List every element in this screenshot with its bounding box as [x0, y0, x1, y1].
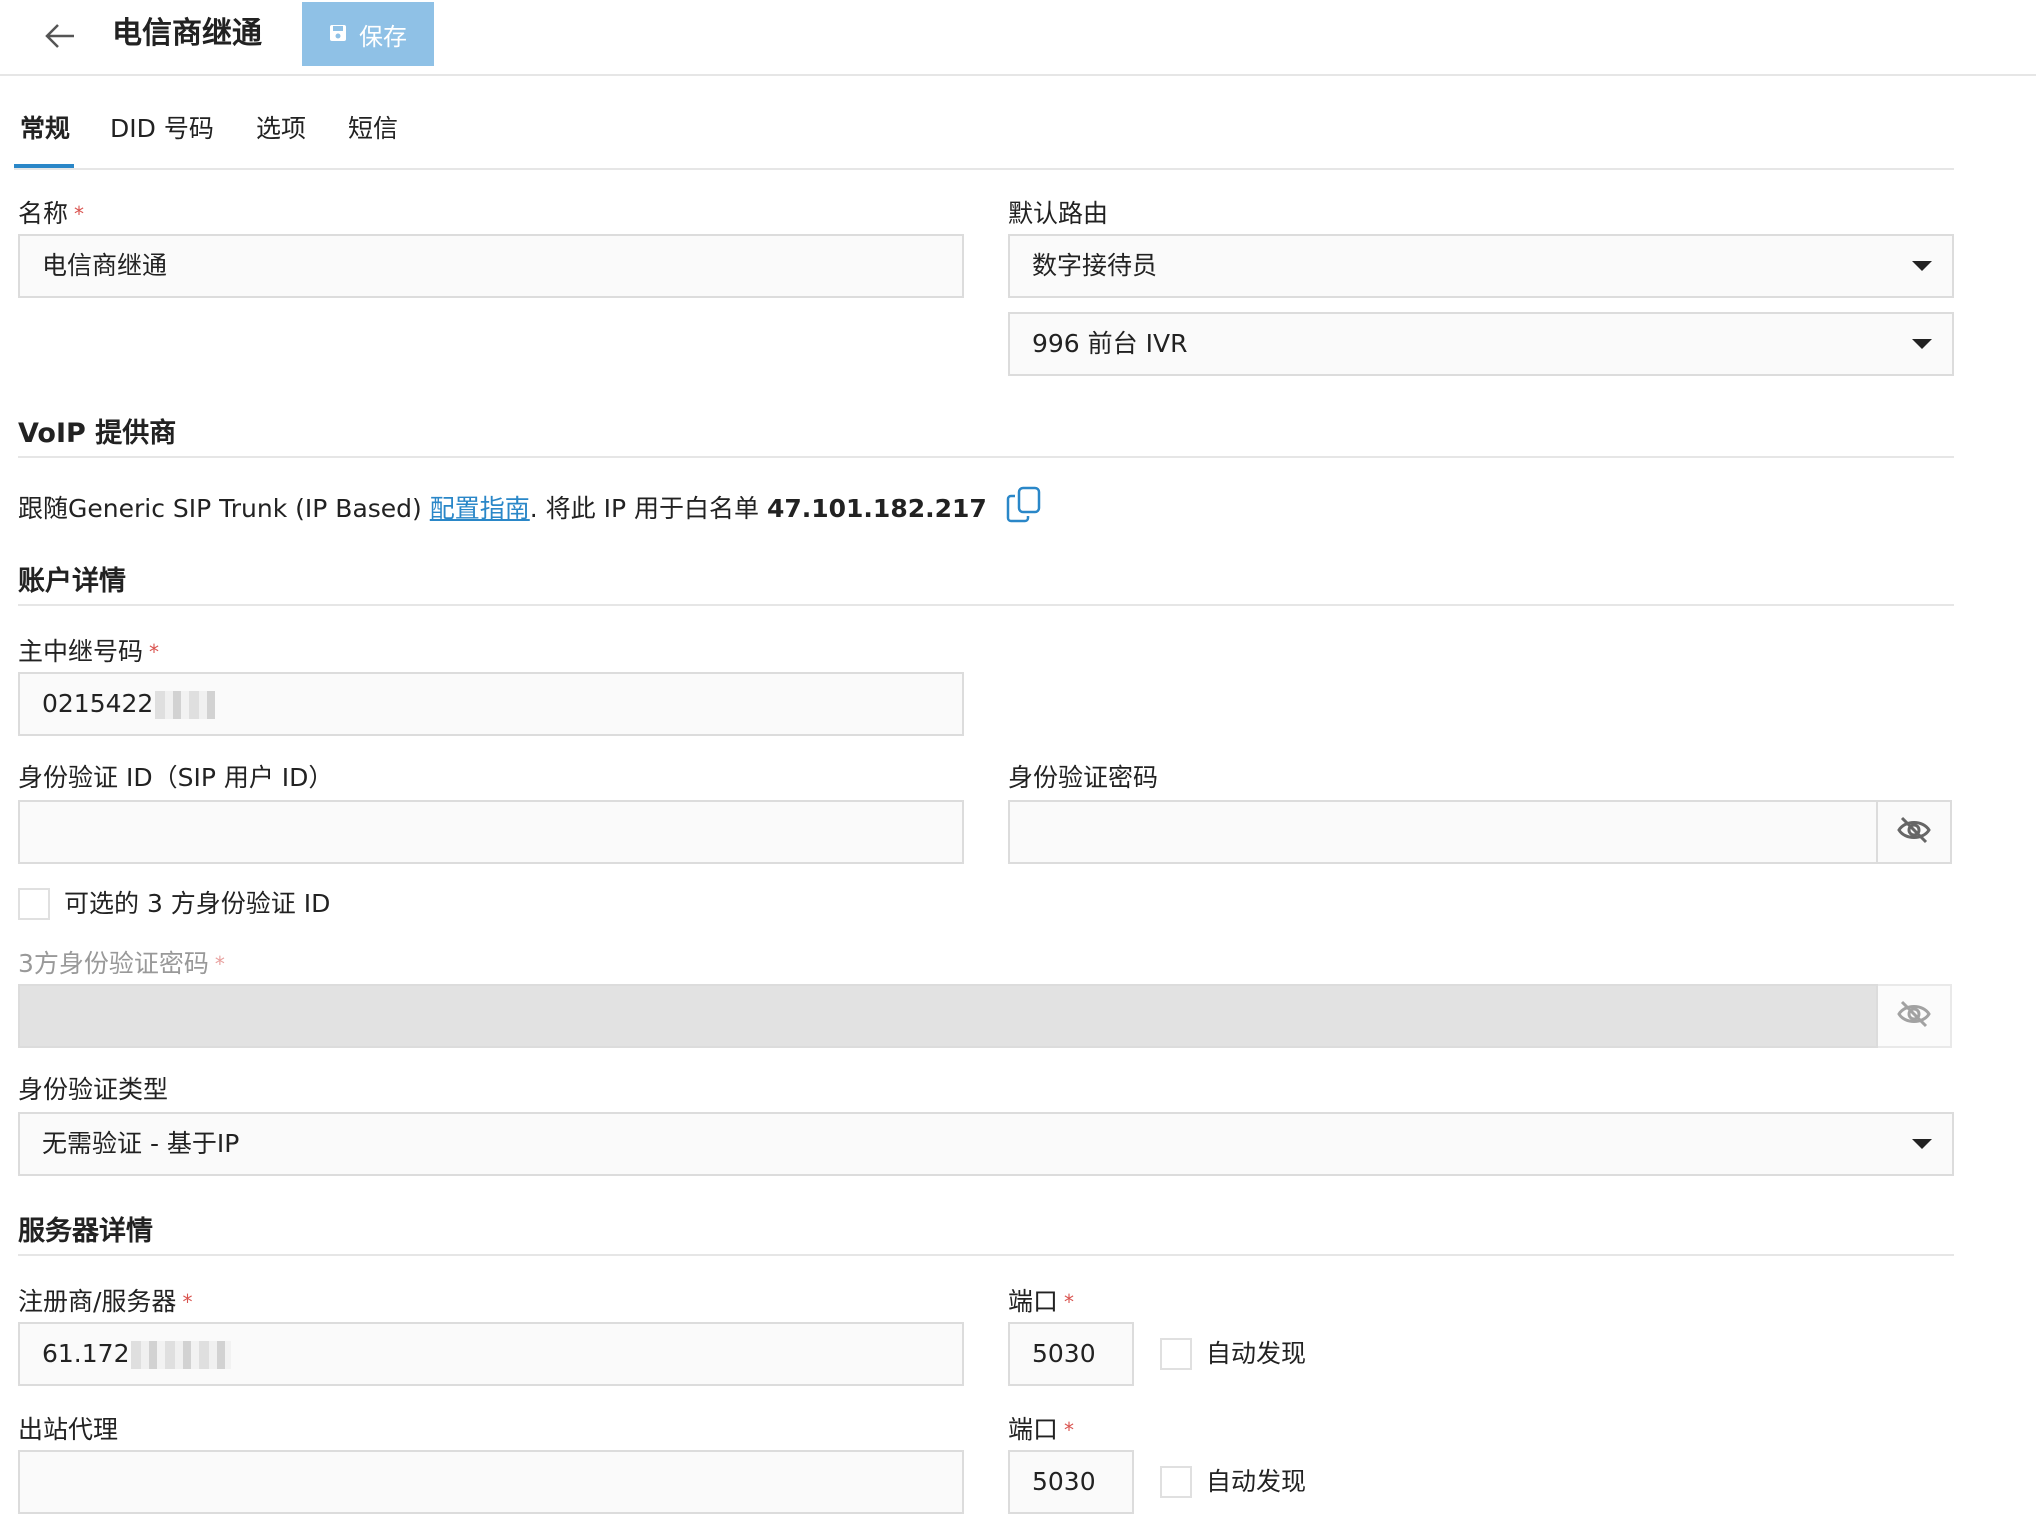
top-bar: 电信商继通 保存: [0, 0, 2036, 76]
port-2-input[interactable]: 5030: [1008, 1450, 1134, 1514]
auth-type-select[interactable]: 无需验证 - 基于IP: [18, 1112, 1954, 1176]
outbound-proxy-label: 出站代理: [18, 1415, 119, 1444]
save-button-label: 保存: [359, 22, 407, 51]
voip-info-text: 跟随Generic SIP Trunk (IP Based): [18, 494, 430, 523]
copy-icon[interactable]: [1005, 486, 1045, 534]
active-tab-indicator: [14, 164, 74, 168]
port-1-label: 端口 *: [1008, 1287, 1075, 1316]
save-button[interactable]: 保存: [302, 2, 434, 66]
config-guide-link[interactable]: 配置指南: [430, 494, 530, 523]
outbound-proxy-input[interactable]: [18, 1450, 964, 1514]
tab-options[interactable]: 选项: [256, 112, 306, 146]
save-icon: [329, 20, 347, 48]
redacted-mask: [155, 691, 216, 719]
auth-id-label: 身份验证 ID（SIP 用户 ID）: [18, 763, 334, 792]
tab-sms[interactable]: 短信: [348, 112, 398, 146]
voip-info-text-2: . 将此 IP 用于白名单: [529, 494, 767, 523]
default-route-value: 数字接待员: [1032, 251, 1158, 280]
name-label: 名称 *: [18, 199, 85, 228]
optional-3p-auth-label: 可选的 3 方身份验证 ID: [64, 889, 331, 918]
password-3p-label: 3方身份验证密码 *: [18, 949, 225, 978]
auto-discover-2-checkbox[interactable]: [1160, 1466, 1192, 1498]
auth-type-value: 无需验证 - 基于IP: [42, 1129, 240, 1158]
tab-bar: 常规 DID 号码 选项 短信: [14, 100, 1954, 170]
account-section-heading: 账户详情: [18, 564, 1954, 606]
registrar-value: 61.172: [42, 1339, 130, 1368]
default-route-target-select[interactable]: 996 前台 IVR: [1008, 312, 1954, 376]
back-arrow-icon[interactable]: [40, 16, 80, 56]
password-3p-input: [18, 984, 1878, 1048]
default-route-label: 默认路由: [1008, 199, 1109, 228]
page-title: 电信商继通: [112, 16, 262, 51]
auth-type-label: 身份验证类型: [18, 1075, 169, 1104]
redacted-mask: [131, 1341, 232, 1369]
main-number-input[interactable]: 0215422: [18, 672, 964, 736]
name-input[interactable]: 电信商继通: [18, 234, 964, 298]
registrar-label: 注册商/服务器 *: [18, 1287, 193, 1316]
auth-password-label: 身份验证密码: [1008, 763, 1159, 792]
caret-down-icon: [1912, 339, 1932, 349]
auto-discover-1-label: 自动发现: [1206, 1339, 1307, 1368]
toggle-password-visibility[interactable]: [1876, 800, 1952, 864]
registrar-input[interactable]: 61.172: [18, 1322, 964, 1386]
auto-discover-1-checkbox[interactable]: [1160, 1338, 1192, 1370]
auth-id-input[interactable]: [18, 800, 964, 864]
port-2-label: 端口 *: [1008, 1415, 1075, 1444]
default-route-select[interactable]: 数字接待员: [1008, 234, 1954, 298]
eye-off-icon: [1896, 999, 1932, 1033]
port-1-input[interactable]: 5030: [1008, 1322, 1134, 1386]
voip-section-heading: VoIP 提供商: [18, 416, 1954, 458]
caret-down-icon: [1912, 261, 1932, 271]
tab-did-numbers[interactable]: DID 号码: [110, 112, 214, 146]
toggle-3p-password-visibility: [1876, 984, 1952, 1048]
tab-general[interactable]: 常规: [20, 112, 70, 146]
whitelist-ip: 47.101.182.217: [766, 494, 987, 523]
default-route-target-value: 996 前台 IVR: [1032, 329, 1188, 358]
auth-password-input[interactable]: [1008, 800, 1878, 864]
main-number-label: 主中继号码 *: [18, 637, 160, 666]
main-number-value: 0215422: [42, 689, 154, 718]
optional-3p-auth-checkbox[interactable]: [18, 888, 50, 920]
eye-off-icon: [1896, 815, 1932, 849]
caret-down-icon: [1912, 1139, 1932, 1149]
server-section-heading: 服务器详情: [18, 1214, 1954, 1256]
auto-discover-2-label: 自动发现: [1206, 1467, 1307, 1496]
voip-info: 跟随Generic SIP Trunk (IP Based) 配置指南. 将此 …: [18, 486, 1045, 534]
